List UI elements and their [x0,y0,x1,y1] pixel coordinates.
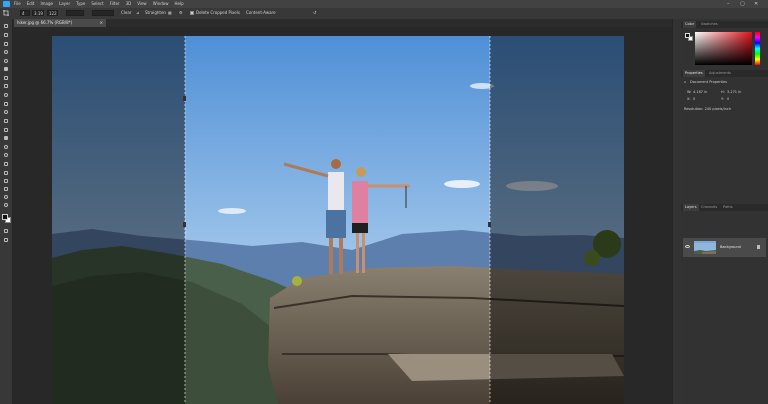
tab-swatches[interactable]: Swatches [699,21,720,28]
canvas-area [13,27,680,404]
menu-type[interactable]: Type [76,0,85,8]
blur-tool-icon[interactable] [3,145,9,150]
tab-channels[interactable]: Channels [699,204,719,211]
document-tab-bar: hiker.jpg @ 66.7% (RGB/8*) × [14,19,682,27]
tab-color[interactable]: Color [683,21,697,28]
menu-help[interactable]: Help [174,0,183,8]
layer-lock-icon [757,245,760,249]
zoom-tool-icon[interactable] [3,203,9,208]
screen-mode-icon[interactable] [3,238,9,243]
layer-thumbnail [694,241,716,254]
lasso-tool-icon[interactable] [3,50,9,55]
units-select[interactable] [66,10,84,16]
tab-adjustments[interactable]: Adjustments [707,70,733,77]
menu-view[interactable]: View [137,0,147,8]
close-document-icon[interactable]: × [100,19,103,27]
layer-name: Background [720,245,741,249]
artboard-tool-icon[interactable] [3,33,9,38]
document-properties-icon: ▫ [684,80,687,84]
menu-layer[interactable]: Layer [59,0,70,8]
height-value[interactable]: 3.271 in [727,90,741,94]
resolution-text: Resolution: 240 pixels/inch [684,107,731,111]
close-window-button[interactable]: ✕ [754,0,758,8]
quick-select-tool-icon[interactable] [3,59,9,64]
move-tool-icon[interactable] [3,24,9,29]
overlay-grid-icon[interactable]: ▦ [168,10,172,16]
straighten-icon[interactable]: ⊿ [136,10,139,16]
menu-filter[interactable]: Filter [110,0,120,8]
tools-panel [0,19,13,404]
hue-slider[interactable] [755,32,760,65]
crop-settings-gear-icon[interactable]: ⚙ [179,10,183,16]
crop-tool-icon[interactable] [3,67,9,72]
pen-tool-icon[interactable] [3,162,9,167]
width-value[interactable]: 4.167 in [693,90,707,94]
document-image[interactable] [52,36,624,404]
minimize-button[interactable]: – [727,0,730,8]
dimension-field[interactable] [92,10,114,16]
menu-edit[interactable]: Edit [27,0,35,8]
tab-paths[interactable]: Paths [721,204,735,211]
photoshop-logo-icon[interactable] [3,1,10,7]
quick-mask-icon[interactable] [3,229,9,234]
type-tool-icon[interactable] [3,171,9,176]
document-tab-title: hiker.jpg @ 66.7% (RGB/8*) [17,20,73,25]
history-brush-icon[interactable] [3,119,9,124]
clear-button[interactable]: Clear [121,10,131,16]
content-aware-label[interactable]: Content-Aware [246,10,276,16]
menu-image[interactable]: Image [40,0,53,8]
document-tab[interactable]: hiker.jpg @ 66.7% (RGB/8*) × [14,19,106,27]
maximize-button[interactable]: ▢ [740,0,745,8]
brush-tool-icon[interactable] [3,102,9,107]
foreground-color-swatch[interactable] [2,214,8,220]
panel-foreground-swatch[interactable] [685,33,690,38]
layer-visibility-eye-icon[interactable] [685,245,690,248]
gradient-tool-icon[interactable] [3,136,9,141]
document-properties-label: Document Properties [690,80,727,84]
marquee-tool-icon[interactable] [3,42,9,47]
reset-crop-icon[interactable]: ↺ [313,10,316,16]
ratio-width-field[interactable]: 4 [20,10,30,16]
menu-bar: File Edit Image Layer Type Select Filter… [0,0,768,8]
menu-3d[interactable]: 3D [126,0,132,8]
dodge-tool-icon[interactable] [3,153,9,158]
y-value[interactable]: 0 [727,97,729,101]
menu-window[interactable]: Window [153,0,169,8]
frame-tool-icon[interactable] [3,76,9,81]
y-label: Y: [721,97,724,101]
tab-properties[interactable]: Properties [683,70,705,77]
delete-cropped-label: Delete Cropped Pixels [196,10,240,15]
clone-stamp-icon[interactable] [3,110,9,115]
color-panel-tabs: Color Swatches [681,21,768,28]
straighten-button[interactable]: Straighten [145,10,166,16]
menu-file[interactable]: File [14,0,21,8]
right-panels: Color Swatches Properties Adjustments ▫ … [681,19,768,404]
x-value[interactable]: 0 [693,97,695,101]
hand-tool-icon[interactable] [3,195,9,200]
width-label: W: [687,90,692,94]
resolution-field[interactable]: 122 [47,10,58,16]
eyedropper-tool-icon[interactable] [3,84,9,89]
layer-row-background[interactable]: Background [683,238,766,257]
shape-tool-icon[interactable] [3,187,9,192]
layers-panel-tabs: Layers Channels Paths [681,204,768,211]
properties-panel-tabs: Properties Adjustments [681,70,768,77]
crop-preset-icon[interactable] [3,10,9,16]
path-select-icon[interactable] [3,179,9,184]
panel-dock-strip [672,19,681,404]
eraser-tool-icon[interactable] [3,128,9,133]
healing-brush-icon[interactable] [3,93,9,98]
ratio-height-field[interactable]: 3.19 [32,10,44,16]
tab-layers[interactable]: Layers [683,204,699,211]
delete-cropped-checkbox[interactable] [190,11,194,15]
height-label: H: [721,90,725,94]
x-label: X: [687,97,691,101]
color-picker-field[interactable] [695,32,752,65]
menu-select[interactable]: Select [91,0,103,8]
